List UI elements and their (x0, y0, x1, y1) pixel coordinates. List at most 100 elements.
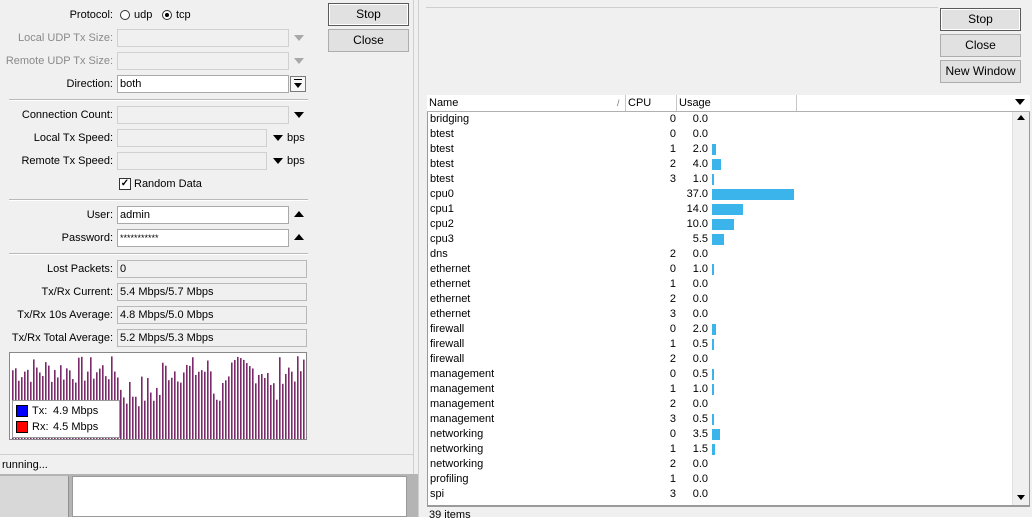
remote-tx-speed-dropdown-icon[interactable] (273, 158, 283, 164)
graph-bar (243, 359, 245, 439)
table-row[interactable]: bridging 0 0.0 (428, 112, 1012, 127)
scroll-up-icon[interactable] (1017, 115, 1025, 120)
graph-bar (258, 374, 260, 439)
table-row[interactable]: profiling 1 0.0 (428, 472, 1012, 487)
table-footer: 39 items (427, 506, 1030, 521)
graph-bar (138, 406, 140, 439)
local-udp-tx-size-dropdown-icon[interactable] (294, 35, 304, 41)
local-udp-tx-size-field[interactable] (117, 29, 289, 47)
table-row[interactable]: ethernet 3 0.0 (428, 307, 1012, 322)
vertical-scrollbar[interactable] (1012, 112, 1029, 505)
table-row[interactable]: networking 0 3.5 (428, 427, 1012, 442)
table-row[interactable]: btest 1 2.0 (428, 142, 1012, 157)
row-cpu: 1 (669, 473, 676, 485)
table-row[interactable]: spi 3 0.0 (428, 487, 1012, 502)
row-name: networking (430, 428, 484, 440)
table-row[interactable]: networking 1 1.5 (428, 442, 1012, 457)
row-name: dns (430, 248, 448, 260)
graph-bar (186, 364, 188, 439)
direction-select[interactable]: both (117, 75, 289, 93)
direction-label: Direction: (66, 78, 113, 90)
row-usage: 2.0 (692, 143, 708, 155)
row-usage: 0.0 (692, 293, 708, 305)
table-row[interactable]: ethernet 2 0.0 (428, 292, 1012, 307)
direction-dropdown-icon[interactable] (290, 76, 306, 92)
random-data-label: Random Data (134, 178, 202, 190)
graph-bar (222, 382, 224, 439)
table-row[interactable]: dns 2 0.0 (428, 247, 1012, 262)
graph-bar (180, 382, 182, 439)
columns-menu-icon[interactable] (1015, 99, 1025, 105)
graph-bar (144, 400, 146, 439)
row-name: ethernet (430, 263, 471, 275)
graph-bar (261, 373, 263, 439)
user-input[interactable]: admin (117, 206, 289, 224)
row-name: management (430, 368, 495, 380)
usage-bar (712, 159, 721, 170)
table-row[interactable]: management 3 0.5 (428, 412, 1012, 427)
remote-tx-speed-field[interactable] (117, 152, 267, 170)
connection-count-dropdown-icon[interactable] (294, 112, 304, 118)
usage-bar (712, 414, 714, 425)
row-cpu: 2 (669, 353, 676, 365)
row-usage: 0.0 (692, 473, 708, 485)
table-row[interactable]: management 2 0.0 (428, 397, 1012, 412)
close-button[interactable]: Close (328, 29, 409, 52)
graph-bar (246, 363, 248, 439)
row-name: cpu2 (430, 218, 454, 230)
row-cpu: 0 (669, 263, 676, 275)
profile-stop-button[interactable]: Stop (940, 8, 1021, 31)
table-row[interactable]: btest 3 1.0 (428, 172, 1012, 187)
row-usage: 2.0 (692, 323, 708, 335)
table-row[interactable]: firewall 0 2.0 (428, 322, 1012, 337)
graph-bar (240, 358, 242, 439)
table-row[interactable]: firewall 2 0.0 (428, 352, 1012, 367)
graph-bar (120, 389, 122, 439)
table-row[interactable]: cpu2 10.0 (428, 217, 1012, 232)
local-tx-speed-field[interactable] (117, 129, 267, 147)
graph-bar (303, 359, 305, 439)
table-row[interactable]: management 0 0.5 (428, 367, 1012, 382)
local-tx-speed-dropdown-icon[interactable] (273, 135, 283, 141)
graph-bar (210, 371, 212, 439)
table-row[interactable]: btest 0 0.0 (428, 127, 1012, 142)
row-name: networking (430, 443, 484, 455)
remote-udp-tx-size-field[interactable] (117, 52, 289, 70)
protocol-udp-radio[interactable] (120, 10, 130, 20)
tx-legend-value: 4.9 Mbps (53, 405, 99, 417)
column-header-name[interactable]: Name / (427, 95, 626, 111)
table-row[interactable]: btest 2 4.0 (428, 157, 1012, 172)
random-data-checkbox[interactable]: ✓ (119, 178, 131, 190)
table-row[interactable]: cpu3 5.5 (428, 232, 1012, 247)
graph-bar (297, 356, 299, 439)
table-row[interactable]: cpu0 37.0 (428, 187, 1012, 202)
graph-bar (150, 392, 152, 439)
new-window-button[interactable]: New Window (940, 60, 1021, 83)
graph-bar (219, 400, 221, 439)
separator (9, 99, 308, 101)
stop-button[interactable]: Stop (328, 3, 409, 26)
password-collapse-icon[interactable] (294, 234, 304, 240)
table-row[interactable]: networking 2 0.0 (428, 457, 1012, 472)
remote-udp-tx-size-dropdown-icon[interactable] (294, 58, 304, 64)
table-row[interactable]: ethernet 0 1.0 (428, 262, 1012, 277)
row-name: firewall (430, 323, 465, 335)
txrx-10s-average-label: Tx/Rx 10s Average: (17, 309, 113, 321)
connection-count-field[interactable] (117, 106, 289, 124)
table-row[interactable]: cpu1 14.0 (428, 202, 1012, 217)
protocol-tcp-radio[interactable] (162, 10, 172, 20)
rx-legend-value: 4.5 Mbps (53, 421, 99, 433)
user-collapse-icon[interactable] (294, 211, 304, 217)
profile-close-button[interactable]: Close (940, 34, 1021, 57)
scroll-down-icon[interactable] (1017, 495, 1025, 500)
password-input[interactable]: *********** (117, 229, 289, 247)
column-header-cpu[interactable]: CPU (626, 95, 677, 111)
separator (9, 199, 308, 201)
graph-bar (294, 381, 296, 439)
column-header-usage[interactable]: Usage (677, 95, 797, 111)
table-row[interactable]: management 1 1.0 (428, 382, 1012, 397)
table-row[interactable]: ethernet 1 0.0 (428, 277, 1012, 292)
row-usage: 0.5 (692, 413, 708, 425)
table-row[interactable]: firewall 1 0.5 (428, 337, 1012, 352)
graph-bar (192, 357, 194, 439)
